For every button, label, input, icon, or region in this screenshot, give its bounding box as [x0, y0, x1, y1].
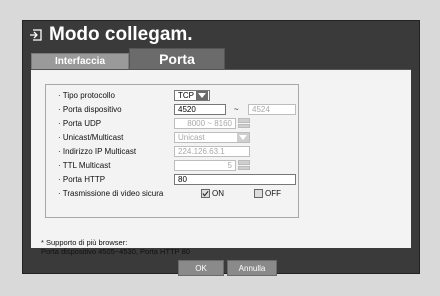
device-port-end-value: 4524: [252, 105, 270, 114]
tab-interfaccia[interactable]: Interfaccia: [31, 53, 129, 70]
connection-mode-dialog: Modo collegam. Interfaccia Porta · Tipo …: [22, 20, 420, 274]
http-port-label: · Porta HTTP: [58, 175, 106, 184]
title-bar: Modo collegam.: [23, 21, 419, 49]
secure-video-on-label: ON: [212, 189, 224, 198]
device-port-label: · Porta dispositivo: [58, 105, 122, 114]
tab-bar: Interfaccia Porta: [31, 48, 225, 70]
secure-video-label: · Trasmissione di video sicura: [58, 189, 164, 198]
multicast-ip-value: 224.126.63.1: [178, 147, 225, 156]
protocol-label: · Tipo protocollo: [58, 91, 115, 100]
protocol-value: TCP: [178, 91, 194, 100]
tab-porta[interactable]: Porta: [129, 48, 225, 70]
ttl-multicast-field: 5: [174, 160, 236, 171]
cancel-button[interactable]: Annulla: [227, 260, 277, 276]
browser-support-note: * Supporto di più browser: Porta disposi…: [41, 238, 190, 256]
note-line-1: * Supporto di più browser:: [41, 238, 128, 247]
ttl-spinner-icon: [238, 160, 250, 171]
device-port-end-field: 4524: [248, 104, 296, 115]
secure-video-on-checkbox[interactable]: [201, 189, 210, 198]
secure-video-off-checkbox[interactable]: [254, 189, 263, 198]
ok-button[interactable]: OK: [178, 260, 224, 276]
port-settings-form: · Tipo protocollo TCP · Porta dispositiv…: [45, 84, 299, 218]
note-line-2: Porta dispositivo 4505~4530, Porta HTTP …: [41, 247, 190, 256]
ttl-multicast-value: 5: [227, 161, 232, 170]
multicast-ip-field: 224.126.63.1: [174, 146, 250, 157]
ttl-multicast-label: · TTL Multicast: [58, 161, 111, 170]
chevron-down-icon: [237, 133, 249, 142]
range-separator: ~: [234, 105, 239, 114]
settings-panel: · Tipo protocollo TCP · Porta dispositiv…: [31, 70, 411, 256]
udp-port-label: · Porta UDP: [58, 119, 102, 128]
device-port-value: 4520: [178, 105, 196, 114]
unicast-multicast-value: Unicast: [178, 133, 205, 142]
udp-port-spinner-icon: [238, 118, 250, 129]
udp-port-field: 8000 ~ 8160: [174, 118, 236, 129]
dialog-title: Modo collegam.: [49, 24, 193, 45]
http-port-value: 80: [178, 175, 187, 184]
chevron-down-icon[interactable]: [196, 91, 208, 100]
http-port-input[interactable]: 80: [174, 174, 296, 185]
udp-port-value: 8000 ~ 8160: [187, 119, 232, 128]
secure-video-off-label: OFF: [265, 189, 281, 198]
return-icon: [30, 29, 42, 41]
multicast-ip-label: · Indirizzo IP Multicast: [58, 147, 137, 156]
device-port-input[interactable]: 4520: [174, 104, 226, 115]
unicast-multicast-label: · Unicast/Multicast: [58, 133, 124, 142]
